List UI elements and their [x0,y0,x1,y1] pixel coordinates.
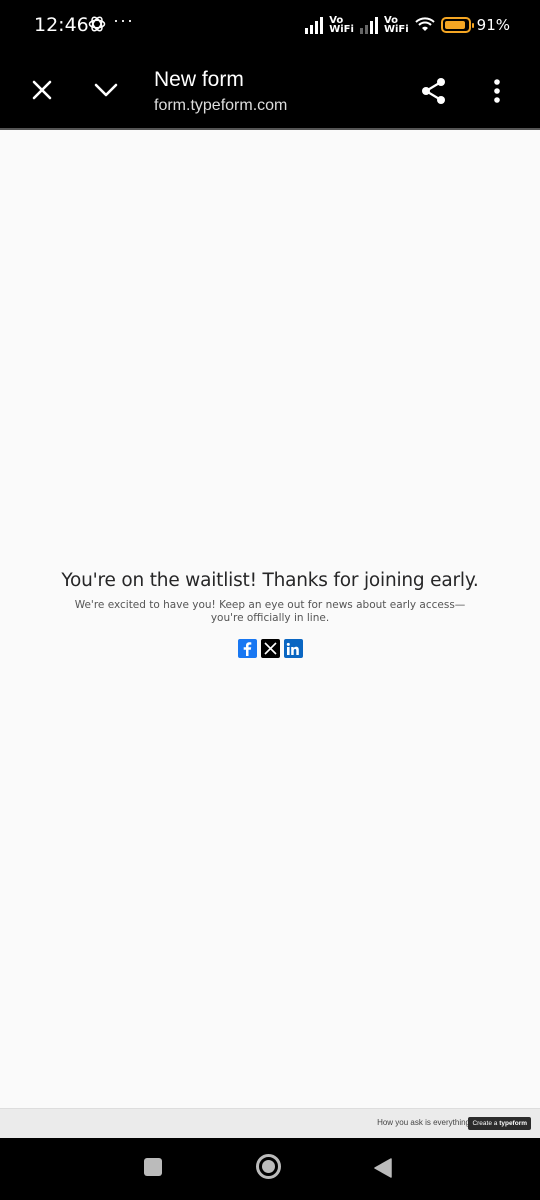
chevron-down-icon[interactable] [93,80,119,100]
thank-you-heading: You're on the waitlist! Thanks for joini… [61,570,479,591]
recents-button[interactable] [144,1158,162,1176]
page-url: form.typeform.com [154,97,288,114]
clock: 12:46 [34,14,89,36]
form-content: You're on the waitlist! Thanks for joini… [0,130,540,1108]
signal-1-icon [305,16,324,34]
thank-you-subtext: We're excited to have you! Keep an eye o… [74,599,466,624]
chatgpt-notification-icon [88,16,106,32]
battery-percent: 91% [476,16,510,34]
more-options-icon[interactable] [487,78,507,104]
cta-brand: typeform [499,1120,527,1127]
linkedin-icon [286,642,299,655]
x-share-button[interactable] [260,639,280,658]
create-typeform-button[interactable]: Create a typeform [468,1117,531,1130]
battery-icon [440,17,474,33]
footer-tagline: How you ask is everything [377,1118,470,1127]
x-icon [263,642,277,655]
cta-prefix: Create a [472,1120,500,1127]
facebook-icon [243,642,251,656]
page-title: New form [154,68,244,91]
linkedin-share-button[interactable] [283,639,303,658]
facebook-share-button[interactable] [237,639,257,658]
custom-tab-app-bar: New form form.typeform.com [0,50,540,130]
status-bar: 12:46 ··· Vo WiFi Vo WiFi 91% [0,0,540,50]
typeform-footer: How you ask is everything Create a typef… [0,1108,540,1138]
close-icon[interactable] [30,78,54,102]
vowifi-1-label: Vo WiFi [329,15,354,35]
thank-you-screen: You're on the waitlist! Thanks for joini… [0,570,540,658]
share-icon[interactable] [420,77,448,105]
system-navigation-bar [0,1138,540,1200]
social-share-buttons [0,639,540,658]
home-button[interactable] [256,1154,281,1179]
vowifi-2-label: Vo WiFi [383,15,409,35]
signal-2-icon [359,16,378,34]
wifi-icon [414,17,435,31]
more-notifications-icon: ··· [113,10,134,30]
back-button[interactable] [373,1157,393,1179]
